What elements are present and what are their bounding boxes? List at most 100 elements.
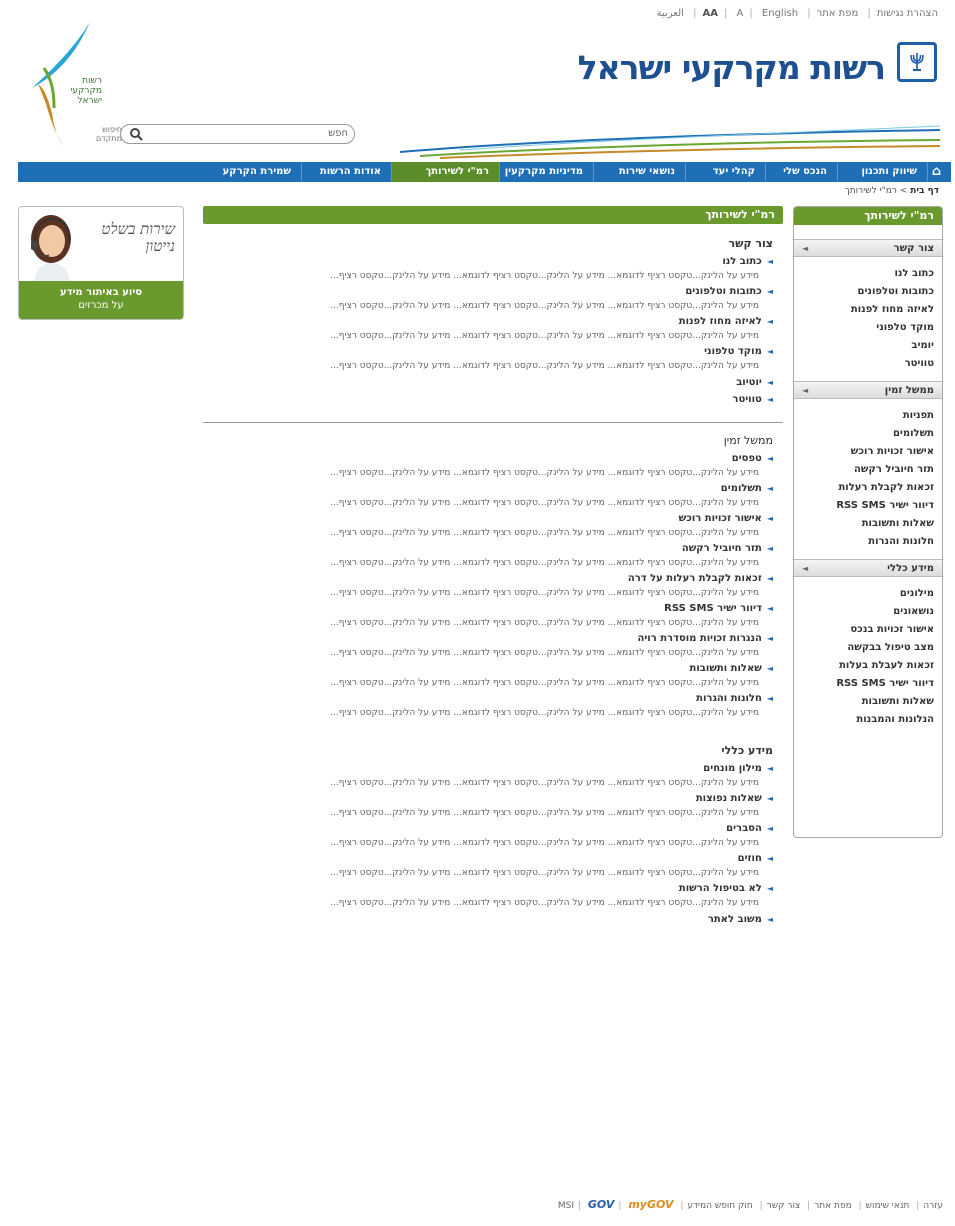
sidebar-group-general-info[interactable]: מידע כללי ◄ bbox=[794, 559, 942, 577]
entry-title[interactable]: ◄ טוויטר bbox=[203, 391, 773, 408]
entry-title-text[interactable]: חלונות והגרות bbox=[696, 693, 762, 704]
footer-link-contact[interactable]: צור קשר bbox=[767, 1201, 801, 1211]
entry-title[interactable]: ◄ כתוב לנו bbox=[203, 254, 773, 269]
nav-item-service-topics[interactable]: נושאי שירות bbox=[593, 162, 685, 182]
search-input[interactable]: חפש bbox=[120, 124, 355, 144]
entry-title[interactable]: ◄ שאלות ותשובות bbox=[203, 661, 773, 676]
entry-title[interactable]: ◄ אישור זכויות רוכש bbox=[203, 511, 773, 526]
advanced-search-link[interactable]: חיפוש מתקדם bbox=[86, 125, 122, 143]
entry-title[interactable]: ◄ כתובות וטלפונים bbox=[203, 284, 773, 299]
nav-item-land-policy[interactable]: מדיניות מקרקעין bbox=[499, 162, 593, 182]
footer-link-help[interactable]: עזרה bbox=[923, 1201, 943, 1211]
sidebar-item[interactable]: תפניות bbox=[794, 407, 934, 425]
entry-title[interactable]: ◄ לאיזה מחוז לפנות bbox=[203, 314, 773, 329]
entry-title[interactable]: ◄ לא בטיפול הרשות bbox=[203, 881, 773, 896]
footer-link-sitemap[interactable]: מפת אתר bbox=[814, 1201, 852, 1211]
entry-title-text[interactable]: הסברים bbox=[726, 823, 762, 834]
sidebar-item[interactable]: דיוור ישיר RSS SMS bbox=[794, 675, 934, 693]
accessibility-link[interactable]: הצהרת נגישות bbox=[877, 8, 938, 19]
search-icon[interactable] bbox=[129, 127, 143, 141]
footer-link-terms[interactable]: תנאי שימוש bbox=[866, 1201, 910, 1211]
site-map-link[interactable]: מפת אתר bbox=[817, 8, 859, 19]
sidebar-item[interactable]: נושאונים bbox=[794, 603, 934, 621]
entry-title[interactable]: ◄ תשלומים bbox=[203, 481, 773, 496]
sidebar-item[interactable]: לאיזה מחוז לפנות bbox=[794, 301, 934, 319]
entry-title-text[interactable]: מוקד טלפוני bbox=[704, 346, 762, 357]
entry-title[interactable]: ◄ חלונות והגרות bbox=[203, 691, 773, 706]
sidebar-item[interactable]: חלונות והנרות bbox=[794, 533, 934, 551]
entry-title-text[interactable]: שאלות ותשובות bbox=[690, 663, 762, 674]
nav-item-target-audiences[interactable]: קהלי יעד bbox=[685, 162, 765, 182]
entry-title-text[interactable]: דיוור ישיר RSS SMS bbox=[664, 603, 762, 614]
sidebar-item[interactable]: יומיב bbox=[794, 337, 934, 355]
nav-item-at-your-service[interactable]: רמ"י לשירותך bbox=[391, 162, 499, 182]
sidebar-item[interactable]: מילונים bbox=[794, 585, 934, 603]
entry-title[interactable]: ◄ שאלות נפוצות bbox=[203, 791, 773, 806]
collapse-arrow-icon[interactable]: ◄ bbox=[802, 382, 808, 400]
sidebar-item[interactable]: זכאות לעבלת בעלות bbox=[794, 657, 934, 675]
footer-link-msi[interactable]: MSI bbox=[558, 1201, 574, 1211]
breadcrumb-home[interactable]: דף בית bbox=[910, 186, 939, 196]
entry-title[interactable]: ◄ מוקד טלפוני bbox=[203, 344, 773, 359]
entry-title-text[interactable]: יוטיוב bbox=[736, 377, 762, 388]
arabic-link[interactable]: العربية bbox=[657, 8, 684, 19]
entry-title-text[interactable]: חוזים bbox=[738, 853, 762, 864]
home-icon[interactable]: ⌂ bbox=[927, 162, 951, 182]
entry-title-text[interactable]: תשלומים bbox=[721, 483, 762, 494]
entry-title[interactable]: ◄ הסברים bbox=[203, 821, 773, 836]
entry-title[interactable]: ◄ חוזים bbox=[203, 851, 773, 866]
font-size-large-button[interactable]: AA bbox=[702, 8, 717, 19]
sidebar-item[interactable]: זכאות לקבלת רעלות bbox=[794, 479, 934, 497]
collapse-arrow-icon[interactable]: ◄ bbox=[802, 240, 808, 258]
entry-title-text[interactable]: משוב לאתר bbox=[708, 914, 762, 925]
entry-title[interactable]: ◄ דיוור ישיר RSS SMS bbox=[203, 601, 773, 616]
sidebar-item[interactable]: שאלות ותשובות bbox=[794, 515, 934, 533]
entry-title-text[interactable]: מילון מונחים bbox=[703, 763, 762, 774]
entry-title[interactable]: ◄ יוטיוב bbox=[203, 374, 773, 391]
entry-title-text[interactable]: תזר חיוביל רקשה bbox=[682, 543, 762, 554]
entry-title-text[interactable]: לא בטיפול הרשות bbox=[679, 883, 762, 894]
mygov-badge-icon[interactable]: myGOV bbox=[628, 1198, 673, 1211]
sidebar-group-egov[interactable]: ממשל זמין ◄ bbox=[794, 381, 942, 399]
entry-title[interactable]: ◄ תזר חיוביל רקשה bbox=[203, 541, 773, 556]
nav-item-land-preservation[interactable]: שמירת הקרקע bbox=[18, 162, 301, 182]
entry-title-text[interactable]: טוויטר bbox=[732, 394, 761, 405]
gov-badge-icon[interactable]: GOV bbox=[588, 1198, 615, 1211]
nav-item-marketing[interactable]: שיווק ותכנון bbox=[837, 162, 927, 182]
entry-title-text[interactable]: כתוב לנו bbox=[722, 256, 762, 267]
entry-title[interactable]: ◄ משוב לאתר bbox=[203, 911, 773, 928]
sidebar-item[interactable]: שאלות ותשובות bbox=[794, 693, 934, 711]
entry-title-text[interactable]: כתובות וטלפונים bbox=[685, 286, 762, 297]
sidebar-item[interactable]: טוויטר bbox=[794, 355, 934, 373]
sidebar-item[interactable]: תשלומים bbox=[794, 425, 934, 443]
entry-title[interactable]: ◄ זכאות לקבלת רעלות על דרה bbox=[203, 571, 773, 586]
sidebar-item[interactable]: דיוור ישיר RSS SMS bbox=[794, 497, 934, 515]
entry-title-text[interactable]: זכאות לקבלת רעלות על דרה bbox=[628, 573, 762, 584]
nav-item-about[interactable]: אודות הרשות bbox=[301, 162, 391, 182]
sidebar-item[interactable]: תזר חיוביל רקשה bbox=[794, 461, 934, 479]
sidebar-item[interactable]: אישור זכויות בנכס bbox=[794, 621, 934, 639]
entry-title[interactable]: ◄ הנגרות זכויות מוסדרת רויה bbox=[203, 631, 773, 646]
entry-title[interactable]: ◄ טפסים bbox=[203, 451, 773, 466]
sidebar-group-contact[interactable]: צור קשר ◄ bbox=[794, 239, 942, 257]
site-title[interactable]: רשות מקרקעי ישראל bbox=[578, 48, 886, 87]
entry-title[interactable]: ◄ מילון מונחים bbox=[203, 761, 773, 776]
service-promo-banner[interactable]: שירות בשלט נייטון סיוע באיתור מידע על מכ… bbox=[18, 206, 184, 320]
sidebar-item[interactable]: מצב טיפול בבקשה bbox=[794, 639, 934, 657]
entry-title-text[interactable]: טפסים bbox=[732, 453, 762, 464]
font-size-small-button[interactable]: A bbox=[737, 8, 744, 19]
sidebar-item[interactable]: מוקד טלפוני bbox=[794, 319, 934, 337]
sidebar-item[interactable]: כתוב לנו bbox=[794, 265, 934, 283]
entry-title-text[interactable]: שאלות נפוצות bbox=[696, 793, 762, 804]
entry-title-text[interactable]: אישור זכויות רוכש bbox=[679, 513, 762, 524]
sidebar-item[interactable]: כתובות וטלפונים bbox=[794, 283, 935, 301]
entry-title-text[interactable]: הנגרות זכויות מוסדרת רויה bbox=[637, 633, 761, 644]
sidebar-item[interactable]: הנלונות והמבנות bbox=[794, 711, 934, 729]
footer-link-foi[interactable]: חוק חופש המידע bbox=[687, 1201, 752, 1211]
nav-item-my-property[interactable]: הנכס שלי bbox=[765, 162, 837, 182]
entry-title-text[interactable]: לאיזה מחוז לפנות bbox=[679, 316, 762, 327]
sidebar-item[interactable]: אישור זכויות רוכש bbox=[794, 443, 934, 461]
menorah-emblem-icon[interactable] bbox=[897, 42, 937, 82]
english-link[interactable]: English bbox=[762, 8, 798, 19]
collapse-arrow-icon[interactable]: ◄ bbox=[802, 560, 808, 578]
